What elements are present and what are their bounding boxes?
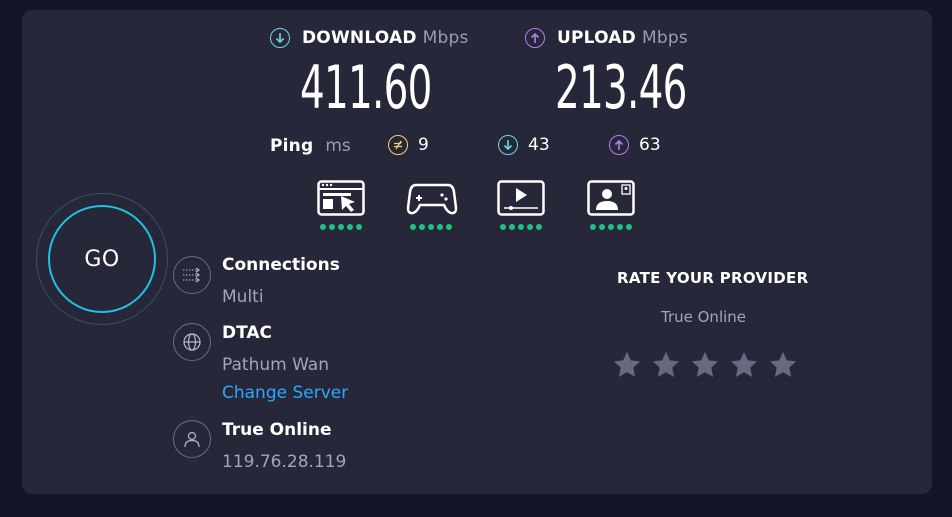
star-4-icon[interactable] bbox=[729, 350, 759, 380]
web-browsing-icon bbox=[317, 180, 365, 216]
upload-unit: Mbps bbox=[641, 28, 688, 48]
star-1-icon[interactable] bbox=[612, 350, 642, 380]
video-streaming-rating[interactable] bbox=[496, 180, 546, 230]
upload-header: UPLOAD Mbps bbox=[525, 28, 688, 48]
go-button[interactable]: GO bbox=[48, 205, 156, 313]
star-5-icon[interactable] bbox=[768, 350, 798, 380]
ping-idle: 9 bbox=[388, 135, 429, 155]
star-3-icon[interactable] bbox=[690, 350, 720, 380]
go-button-ring: GO bbox=[36, 193, 168, 325]
video-streaming-dots bbox=[496, 224, 546, 230]
ping-upload-icon bbox=[609, 135, 629, 155]
ping-unit: ms bbox=[325, 136, 351, 156]
star-2-icon[interactable] bbox=[651, 350, 681, 380]
video-chat-icon bbox=[587, 180, 635, 216]
download-speed: 411.60 bbox=[300, 53, 432, 123]
ping-download: 43 bbox=[498, 135, 550, 155]
ping-idle-value: 9 bbox=[418, 135, 429, 155]
video-chat-rating[interactable] bbox=[586, 180, 636, 230]
provider-name: True Online bbox=[222, 420, 332, 440]
web-browsing-dots bbox=[316, 224, 366, 230]
ping-download-value: 43 bbox=[528, 135, 550, 155]
gaming-dots bbox=[406, 224, 456, 230]
ping-download-icon bbox=[498, 135, 518, 155]
ping-upload-value: 63 bbox=[639, 135, 661, 155]
gaming-icon bbox=[406, 183, 458, 215]
connections-icon bbox=[173, 256, 211, 294]
ping-header: Ping ms bbox=[270, 136, 351, 156]
download-header: DOWNLOAD Mbps bbox=[270, 28, 469, 48]
ping-upload: 63 bbox=[609, 135, 661, 155]
web-browsing-rating[interactable] bbox=[316, 180, 366, 230]
star-rating bbox=[612, 350, 798, 380]
upload-arrow-icon bbox=[525, 28, 545, 48]
jitter-icon bbox=[388, 135, 408, 155]
change-server-link[interactable]: Change Server bbox=[222, 383, 348, 403]
video-chat-dots bbox=[586, 224, 636, 230]
download-unit: Mbps bbox=[422, 28, 469, 48]
download-arrow-icon bbox=[270, 28, 290, 48]
rate-provider-name: True Online bbox=[661, 308, 747, 326]
globe-icon bbox=[173, 323, 211, 361]
provider-ip: 119.76.28.119 bbox=[222, 452, 347, 472]
ping-label: Ping bbox=[270, 136, 314, 156]
video-streaming-icon bbox=[497, 180, 545, 216]
user-icon bbox=[173, 420, 211, 458]
results-card: DOWNLOAD Mbps 411.60 UPLOAD Mbps 213.46 … bbox=[22, 10, 932, 494]
connections-title: Connections bbox=[222, 255, 340, 275]
server-location: Pathum Wan bbox=[222, 355, 329, 375]
download-label: DOWNLOAD bbox=[302, 28, 417, 48]
rate-provider-title: RATE YOUR PROVIDER bbox=[617, 269, 809, 287]
server-name: DTAC bbox=[222, 323, 273, 343]
upload-label: UPLOAD bbox=[557, 28, 636, 48]
connections-value: Multi bbox=[222, 287, 264, 307]
upload-speed: 213.46 bbox=[555, 53, 687, 123]
gaming-rating[interactable] bbox=[406, 180, 458, 230]
